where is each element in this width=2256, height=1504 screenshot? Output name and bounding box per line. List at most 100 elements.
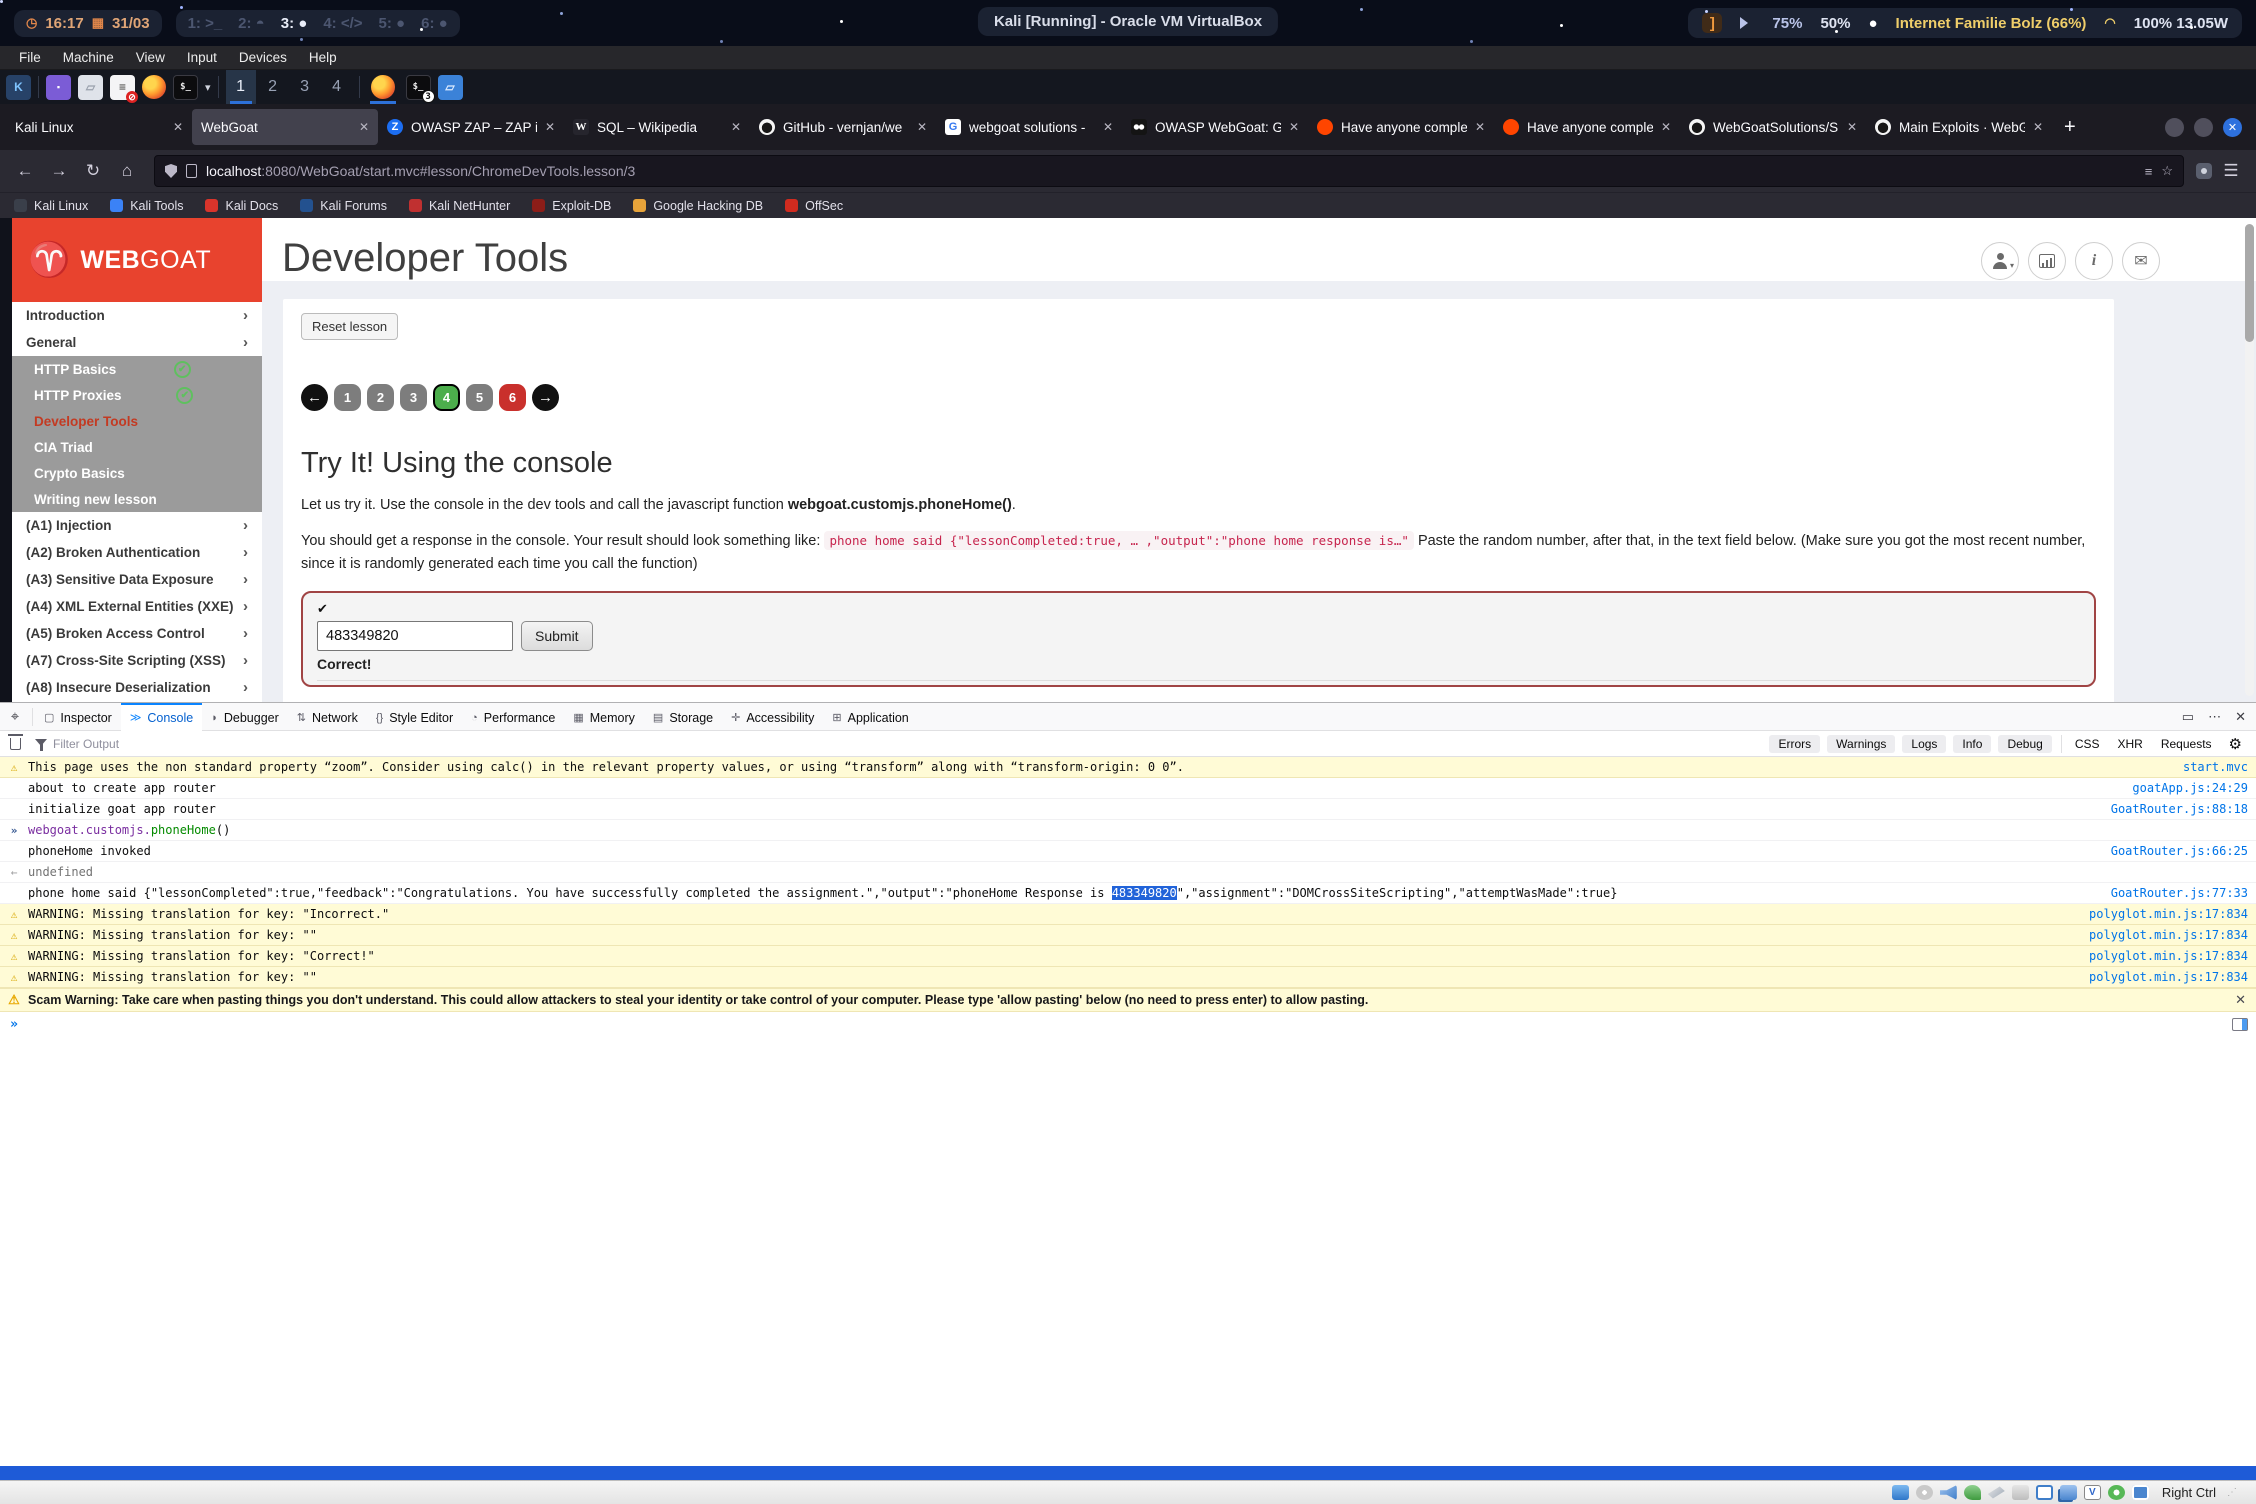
tab-close-icon[interactable]: ✕	[1847, 120, 1857, 134]
clear-console-icon[interactable]	[10, 738, 21, 750]
page-button[interactable]: 5	[466, 384, 493, 411]
console-empty-area[interactable]	[0, 1036, 2256, 1466]
about-button[interactable]: i	[2075, 242, 2113, 280]
source-link[interactable]: polyglot.min.js:17:834	[2075, 928, 2248, 942]
sidebar-item[interactable]: Developer Tools	[12, 408, 262, 434]
page-button[interactable]: 6	[499, 384, 526, 411]
sidebar-item[interactable]: CIA Triad	[12, 434, 262, 460]
app-launcher-icon[interactable]: ▪	[46, 75, 71, 100]
filter-input[interactable]	[53, 737, 353, 751]
scrollbar-thumb[interactable]	[2245, 224, 2254, 342]
sidebar-item[interactable]: HTTP Proxies ✔	[12, 382, 262, 408]
browser-tab[interactable]: Z OWASP ZAP – ZAP i ✕	[378, 109, 564, 145]
bookmark-item[interactable]: Kali Linux	[14, 199, 88, 213]
devtools-tab[interactable]: ◗ Debugger	[202, 703, 288, 731]
guest-workspace[interactable]: 2	[258, 70, 288, 104]
guest-workspace[interactable]: 1	[226, 70, 256, 104]
source-link[interactable]: polyglot.min.js:17:834	[2075, 907, 2248, 921]
bookmark-item[interactable]: OffSec	[785, 199, 843, 213]
sidebar-item[interactable]: Introduction ›	[12, 302, 262, 329]
tab-close-icon[interactable]: ✕	[1475, 120, 1485, 134]
dismiss-warning-icon[interactable]: ✕	[2235, 992, 2246, 1008]
sidebar-item[interactable]: (A1) Injection ›	[12, 512, 262, 539]
sidebar-item[interactable]: (A7) Cross-Site Scripting (XSS) ›	[12, 647, 262, 674]
browser-tab[interactable]: WebGoat ✕	[192, 109, 378, 145]
files-app-icon[interactable]: ▱	[438, 75, 463, 100]
mouse-integration-icon[interactable]	[2108, 1485, 2125, 1500]
menu-item[interactable]: Help	[300, 48, 346, 67]
devtools-close-icon[interactable]: ✕	[2235, 709, 2246, 725]
chevron-down-icon[interactable]: ▾	[205, 81, 211, 94]
browser-tab[interactable]: WebGoatSolutions/S ✕	[1680, 109, 1866, 145]
browser-tab[interactable]: Main Exploits · WebG ✕	[1866, 109, 2052, 145]
guest-workspace[interactable]: 3	[290, 70, 320, 104]
shared-folders-icon[interactable]	[2012, 1485, 2029, 1500]
hard-disk-icon[interactable]	[1892, 1485, 1909, 1500]
page-button[interactable]: 4	[433, 384, 460, 411]
bookmark-star-icon[interactable]: ☆	[2161, 163, 2173, 179]
clock-date-widget[interactable]: ◷ 16:17 ▦ 31/03	[14, 10, 162, 37]
page-scrollbar[interactable]	[2245, 224, 2254, 696]
responsive-mode-icon[interactable]: ▭	[2182, 709, 2194, 725]
optical-drive-icon[interactable]	[1916, 1485, 1933, 1500]
firefox-running-task[interactable]	[367, 70, 399, 104]
sidebar-item[interactable]: Writing new lesson	[12, 486, 262, 512]
text-editor-icon[interactable]: ≡	[110, 75, 135, 100]
submit-button[interactable]: Submit	[521, 621, 593, 651]
windows-icon[interactable]	[2060, 1485, 2077, 1500]
console-settings-gear-icon[interactable]: ⚙	[2229, 735, 2242, 753]
menu-item[interactable]: Machine	[54, 48, 123, 67]
report-card-button[interactable]	[2028, 242, 2066, 280]
host-workspace[interactable]: 5: ●	[379, 15, 406, 32]
display-icon[interactable]	[2036, 1485, 2053, 1500]
page-info-icon[interactable]	[186, 164, 197, 178]
contact-button[interactable]: ✉	[2122, 242, 2160, 280]
vm-features-icon[interactable]: V	[2084, 1485, 2101, 1500]
page-button[interactable]: →	[532, 384, 559, 411]
split-console-icon[interactable]	[2232, 1018, 2248, 1031]
forward-button[interactable]: →	[44, 156, 74, 186]
url-text[interactable]: localhost:8080/WebGoat/start.mvc#lesson/…	[206, 163, 2136, 179]
bookmark-item[interactable]: Kali Docs	[205, 199, 278, 213]
bookmark-item[interactable]: Exploit-DB	[532, 199, 611, 213]
minimize-button[interactable]	[2165, 118, 2184, 137]
page-button[interactable]: 3	[400, 384, 427, 411]
hamburger-menu-icon[interactable]: ☰	[2216, 156, 2246, 186]
browser-tab[interactable]: OWASP WebGoat: G ✕	[1122, 109, 1308, 145]
file-manager-icon[interactable]: ▱	[78, 75, 103, 100]
resize-grip[interactable]: ⋰	[2227, 1487, 2238, 1498]
source-link[interactable]: start.mvc	[2169, 760, 2248, 774]
usb-icon[interactable]	[1988, 1485, 2005, 1500]
browser-tab[interactable]: Have anyone comple ✕	[1494, 109, 1680, 145]
host-workspace[interactable]: 6: ●	[421, 15, 448, 32]
menu-item[interactable]: Devices	[230, 48, 296, 67]
reader-mode-icon[interactable]: ≡	[2145, 164, 2153, 179]
log-level-pill[interactable]: Info	[1953, 735, 1991, 753]
brightness-level[interactable]: 50%	[1820, 15, 1850, 32]
sidebar-item[interactable]: (A3) Sensitive Data Exposure ›	[12, 566, 262, 593]
host-workspace[interactable]: 3: ●	[281, 15, 308, 32]
browser-tab[interactable]: GitHub - vernjan/we ✕	[750, 109, 936, 145]
host-status-tray[interactable]: ] 75% 50% ● Internet Familie Bolz (66%) …	[1688, 8, 2242, 38]
bookmark-item[interactable]: Kali NetHunter	[409, 199, 510, 213]
devtools-tab[interactable]: ≫ Console	[121, 703, 202, 731]
source-link[interactable]: polyglot.min.js:17:834	[2075, 949, 2248, 963]
tab-close-icon[interactable]: ✕	[1103, 120, 1113, 134]
bookmark-item[interactable]: Google Hacking DB	[633, 199, 763, 213]
terminal-launcher-icon[interactable]: $_	[173, 75, 198, 100]
network-name[interactable]: Internet Familie Bolz (66%)	[1896, 15, 2087, 32]
browser-tab[interactable]: W SQL – Wikipedia ✕	[564, 109, 750, 145]
tab-close-icon[interactable]: ✕	[731, 120, 741, 134]
sidebar-item[interactable]: (A4) XML External Entities (XXE) ›	[12, 593, 262, 620]
session-icon[interactable]: ]	[1702, 13, 1722, 33]
sidebar-item[interactable]: (A2) Broken Authentication ›	[12, 539, 262, 566]
page-button[interactable]: 2	[367, 384, 394, 411]
tracking-protection-shield-icon[interactable]	[165, 164, 177, 178]
tab-close-icon[interactable]: ✕	[173, 120, 183, 134]
answer-input[interactable]	[317, 621, 513, 651]
devtools-tab[interactable]: ▦ Memory	[564, 703, 644, 731]
host-workspace[interactable]: 4: </>	[323, 15, 362, 32]
reset-lesson-button[interactable]: Reset lesson	[301, 313, 398, 340]
log-category-toggle[interactable]: CSS	[2071, 735, 2104, 753]
tab-close-icon[interactable]: ✕	[545, 120, 555, 134]
